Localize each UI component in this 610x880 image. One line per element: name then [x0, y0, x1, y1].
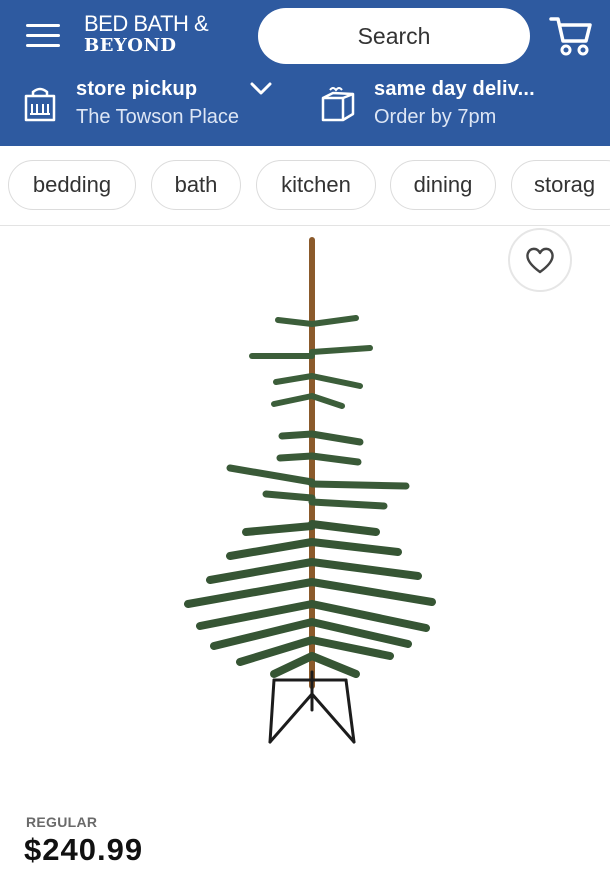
chevron-down-icon — [250, 82, 272, 95]
brand-logo[interactable]: BED BATH & BEYOND — [84, 12, 244, 60]
category-chip-bath[interactable]: bath — [151, 160, 241, 210]
cart-button[interactable] — [548, 14, 594, 58]
store-pickup-selector[interactable]: store pickup The Towson Place — [20, 76, 290, 136]
store-bag-icon — [24, 87, 56, 122]
price-label: REGULAR — [26, 814, 98, 830]
menu-icon-line — [26, 44, 60, 47]
christmas-tree-product-image[interactable] — [170, 236, 450, 752]
logo-line-2: BEYOND — [84, 35, 177, 56]
search-input[interactable]: Search — [258, 8, 530, 64]
favorite-button[interactable] — [508, 228, 572, 292]
category-chip-dining[interactable]: dining — [390, 160, 496, 210]
menu-button[interactable] — [26, 20, 60, 50]
same-day-delivery-selector[interactable]: same day deliv... Order by 7pm — [318, 76, 598, 136]
search-placeholder: Search — [357, 22, 431, 49]
category-chip-kitchen[interactable]: kitchen — [256, 160, 376, 210]
product-price: $240.99 — [24, 832, 144, 867]
menu-icon-line — [26, 24, 60, 27]
delivery-cutoff: Order by 7pm — [374, 106, 497, 128]
pickup-title: store pickup — [76, 78, 198, 100]
category-chip-row: bedding bath kitchen dining storag — [0, 146, 610, 226]
logo-line-1: BED BATH & — [84, 11, 209, 36]
heart-icon — [526, 247, 554, 274]
header-bar: BED BATH & BEYOND Search store pickup Th… — [0, 0, 610, 146]
delivery-title: same day deliv... — [374, 78, 535, 100]
category-chip-storage[interactable]: storag — [511, 160, 610, 210]
pickup-store-name: The Towson Place — [76, 106, 240, 128]
menu-icon-line — [26, 34, 60, 37]
cart-icon — [549, 17, 592, 56]
category-chip-bedding[interactable]: bedding — [8, 160, 136, 210]
delivery-box-icon — [321, 87, 355, 122]
